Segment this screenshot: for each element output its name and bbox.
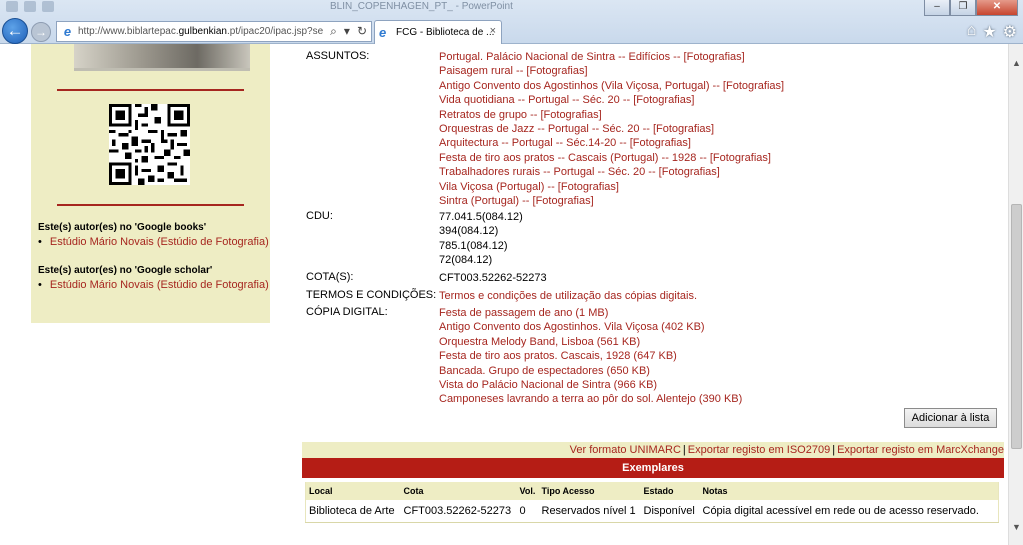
exemplares-title: Exemplares xyxy=(302,458,1004,478)
cota-label: COTA(S): xyxy=(306,271,354,283)
subject-link[interactable]: Vida quotidiana -- Portugal -- Séc. 20 -… xyxy=(439,93,784,107)
window-title: BLIN_COPENHAGEN_PT_ - PowerPoint xyxy=(330,1,513,12)
google-scholar-author-link[interactable]: Estúdio Mário Novais (Estúdio de Fotogra… xyxy=(38,279,269,291)
exemplares-table: Local Cota Vol. Tipo Acesso Estado Notas… xyxy=(305,482,999,523)
subject-link[interactable]: Trabalhadores rurais -- Portugal -- Séc.… xyxy=(439,165,784,179)
export-iso2709-link[interactable]: Exportar registo em ISO2709 xyxy=(688,444,830,456)
subject-link[interactable]: Arquitectura -- Portugal -- Séc.14-20 --… xyxy=(439,136,784,150)
scroll-thumb[interactable] xyxy=(1011,204,1022,449)
url-text[interactable]: http://www.biblartepac.gulbenkian.pt/ipa… xyxy=(78,26,323,37)
undo-icon[interactable] xyxy=(24,1,36,12)
column-header: Vol. xyxy=(516,482,539,500)
close-window-button[interactable]: ✕ xyxy=(976,0,1018,16)
table-cell: Cópia digital acessível em rede ou de ac… xyxy=(702,504,979,517)
digital-copy-list: Festa de passagem de ano (1 MB) Antigo C… xyxy=(439,306,742,407)
table-cell: Reservados nível 1 xyxy=(541,504,636,517)
google-books-author-link[interactable]: Estúdio Mário Novais (Estúdio de Fotogra… xyxy=(38,236,269,248)
browser-toolbar-icons: ⌂ ★ ⚙ xyxy=(967,22,1017,42)
digital-copy-link[interactable]: Festa de tiro aos pratos. Cascais, 1928 … xyxy=(439,349,742,363)
separator: | xyxy=(682,444,686,456)
subject-link[interactable]: Vila Viçosa (Portugal) -- [Fotografias] xyxy=(439,180,784,194)
record-thumbnail-image[interactable] xyxy=(74,44,250,71)
vertical-scrollbar[interactable]: ▲ ▼ xyxy=(1008,44,1023,545)
gear-icon[interactable]: ⚙ xyxy=(1003,22,1017,42)
window-controls: – ❐ ✕ xyxy=(924,0,1018,16)
restore-button[interactable]: ❐ xyxy=(950,0,976,16)
copia-digital-label: CÓPIA DIGITAL: xyxy=(306,306,388,318)
browser-chrome: BLIN_COPENHAGEN_PT_ - PowerPoint – ❐ ✕ ←… xyxy=(0,0,1023,44)
tab-title: FCG - Biblioteca de ... xyxy=(396,27,495,38)
cdu-value: 72(084.12) xyxy=(439,254,493,267)
home-icon[interactable]: ⌂ xyxy=(967,22,977,42)
digital-copy-link[interactable]: Camponeses lavrando a terra ao pôr do so… xyxy=(439,392,742,406)
digital-copy-link[interactable]: Festa de passagem de ano (1 MB) xyxy=(439,306,742,320)
table-cell: Biblioteca de Arte xyxy=(309,504,395,517)
digital-copy-link[interactable]: Vista do Palácio Nacional de Sintra (966… xyxy=(439,378,742,392)
table-row: Biblioteca de Arte CFT003.52262-52273 0 … xyxy=(306,500,999,522)
forward-button[interactable]: → xyxy=(31,22,51,42)
digital-copy-link[interactable]: Bancada. Grupo de espectadores (650 KB) xyxy=(439,364,742,378)
digital-copy-link[interactable]: Antigo Convento dos Agostinhos. Vila Viç… xyxy=(439,320,742,334)
browser-tab[interactable]: e FCG - Biblioteca de ... × xyxy=(374,20,502,44)
column-header: Tipo Acesso xyxy=(538,482,641,500)
back-button[interactable]: ← xyxy=(2,18,28,44)
assuntos-label: ASSUNTOS: xyxy=(306,50,370,62)
google-books-heading: Este(s) autor(es) no 'Google books' xyxy=(38,222,207,233)
table-cell: Disponível xyxy=(643,504,695,517)
close-tab-icon[interactable]: × xyxy=(490,25,496,37)
sidebar: Este(s) autor(es) no 'Google books' Estú… xyxy=(31,44,270,323)
table-cell: 0 xyxy=(519,504,526,517)
table-cell: CFT003.52262-52273 xyxy=(403,504,512,517)
cdu-value: 77.041.5(084.12) xyxy=(439,211,523,223)
scroll-up-arrow[interactable]: ▲ xyxy=(1009,56,1023,71)
column-header: Estado xyxy=(640,482,700,500)
export-marcxchange-link[interactable]: Exportar registo em MarcXchange xyxy=(837,444,1004,456)
subject-link[interactable]: Paisagem rural -- [Fotografias] xyxy=(439,64,784,78)
refresh-icon[interactable]: ↻ xyxy=(357,24,367,39)
ie-page-icon: e xyxy=(63,24,72,39)
table-header-row: Local Cota Vol. Tipo Acesso Estado Notas xyxy=(305,482,999,500)
divider xyxy=(57,204,244,206)
column-header: Cota xyxy=(400,482,517,500)
qr-code-image xyxy=(109,104,190,185)
chevron-down-icon[interactable]: ▾ xyxy=(344,24,350,39)
subject-link[interactable]: Orquestras de Jazz -- Portugal -- Séc. 2… xyxy=(439,122,784,136)
terms-link[interactable]: Termos e condições de utilização das cóp… xyxy=(439,289,697,303)
termos-label: TERMOS E CONDIÇÕES: xyxy=(306,289,437,301)
cdu-label: CDU: xyxy=(306,210,333,222)
cdu-value: 394(084.12) xyxy=(439,225,499,238)
subject-link[interactable]: Portugal. Palácio Nacional de Sintra -- … xyxy=(439,50,784,64)
separator: | xyxy=(832,444,836,456)
title-bar: BLIN_COPENHAGEN_PT_ - PowerPoint – ❐ ✕ xyxy=(0,0,1023,16)
address-tools: ⌕ ▾ ↻ xyxy=(330,24,367,39)
address-bar[interactable]: e http://www.biblartepac.gulbenkian.pt/i… xyxy=(56,21,372,42)
digital-copy-link[interactable]: Orquestra Melody Band, Lisboa (561 KB) xyxy=(439,335,742,349)
cota-value: CFT003.52262-52273 xyxy=(439,272,547,284)
search-icon[interactable]: ⌕ xyxy=(330,24,337,39)
redo-icon[interactable] xyxy=(42,1,54,12)
scroll-down-arrow[interactable]: ▼ xyxy=(1009,520,1023,535)
favorites-star-icon[interactable]: ★ xyxy=(982,22,996,42)
minimize-button[interactable]: – xyxy=(924,0,950,16)
column-header: Notas xyxy=(699,482,999,500)
subject-link[interactable]: Festa de tiro aos pratos -- Cascais (Por… xyxy=(439,151,784,165)
quick-access-toolbar xyxy=(6,1,54,12)
subject-link[interactable]: Sintra (Portugal) -- [Fotografias] xyxy=(439,194,784,208)
page-content: Este(s) autor(es) no 'Google books' Estú… xyxy=(0,44,1008,545)
subject-link[interactable]: Retratos de grupo -- [Fotografias] xyxy=(439,108,784,122)
subject-link[interactable]: Antigo Convento dos Agostinhos (Vila Viç… xyxy=(439,79,784,93)
assuntos-list: Portugal. Palácio Nacional de Sintra -- … xyxy=(439,50,784,208)
save-icon[interactable] xyxy=(6,1,18,12)
column-header: Local xyxy=(305,482,401,500)
divider xyxy=(57,89,244,91)
cdu-list: 77.041.5(084.12) 394(084.12) 785.1(084.1… xyxy=(439,210,523,268)
ie-tab-icon: e xyxy=(379,25,387,40)
unimarc-link[interactable]: Ver formato UNIMARC xyxy=(570,444,681,456)
add-to-list-button[interactable]: Adicionar à lista xyxy=(904,408,997,428)
cdu-value: 785.1(084.12) xyxy=(439,239,508,252)
google-scholar-heading: Este(s) autor(es) no 'Google scholar' xyxy=(38,265,213,276)
export-bar: Ver formato UNIMARC | Exportar registo em … xyxy=(302,442,1004,458)
